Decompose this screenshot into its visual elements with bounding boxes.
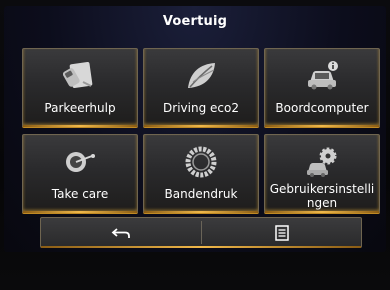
menu-button[interactable] <box>202 218 362 247</box>
tile-parkeerhulp[interactable]: Parkeerhulp <box>22 48 138 127</box>
list-menu-icon <box>275 224 289 241</box>
trip-computer-icon <box>308 61 338 90</box>
vehicle-settings-icon <box>307 147 337 177</box>
back-button[interactable] <box>41 218 201 247</box>
tile-label: Take care <box>51 187 109 201</box>
back-arrow-icon <box>111 227 130 238</box>
screen: Voertuig Parkeerhulp Driving eco2 Boordc… <box>4 6 386 252</box>
tile-driving-eco2[interactable]: Driving eco2 <box>143 48 259 127</box>
tile-label: Driving eco2 <box>163 101 239 115</box>
tile-label: Boordcomputer <box>275 101 369 115</box>
tire-pressure-icon <box>185 146 217 178</box>
eco-leaf-icon <box>188 63 215 88</box>
take-care-icon <box>66 152 95 172</box>
tile-gebruikersinstellingen[interactable]: Gebruikersinstelli ngen <box>264 134 380 213</box>
head-unit-bezel: Voertuig Parkeerhulp Driving eco2 Boordc… <box>0 0 390 290</box>
tile-label-multiline: Gebruikersinstelli ngen <box>265 182 379 210</box>
tile-label: Parkeerhulp <box>44 101 116 115</box>
tile-boordcomputer[interactable]: Boordcomputer <box>264 48 380 127</box>
tile-take-care[interactable]: Take care <box>22 134 138 213</box>
tile-bandendruk[interactable]: Bandendruk <box>143 134 259 213</box>
menu-grid: Parkeerhulp Driving eco2 Boordcomputer T… <box>22 48 380 214</box>
tile-label-line2: ngen <box>306 196 338 210</box>
page-title: Voertuig <box>162 14 228 29</box>
tile-label-line1: Gebruikersinstelli <box>269 182 375 196</box>
parking-assist-icon <box>63 61 93 89</box>
bottom-bar <box>40 217 362 248</box>
tile-label: Bandendruk <box>164 187 238 201</box>
